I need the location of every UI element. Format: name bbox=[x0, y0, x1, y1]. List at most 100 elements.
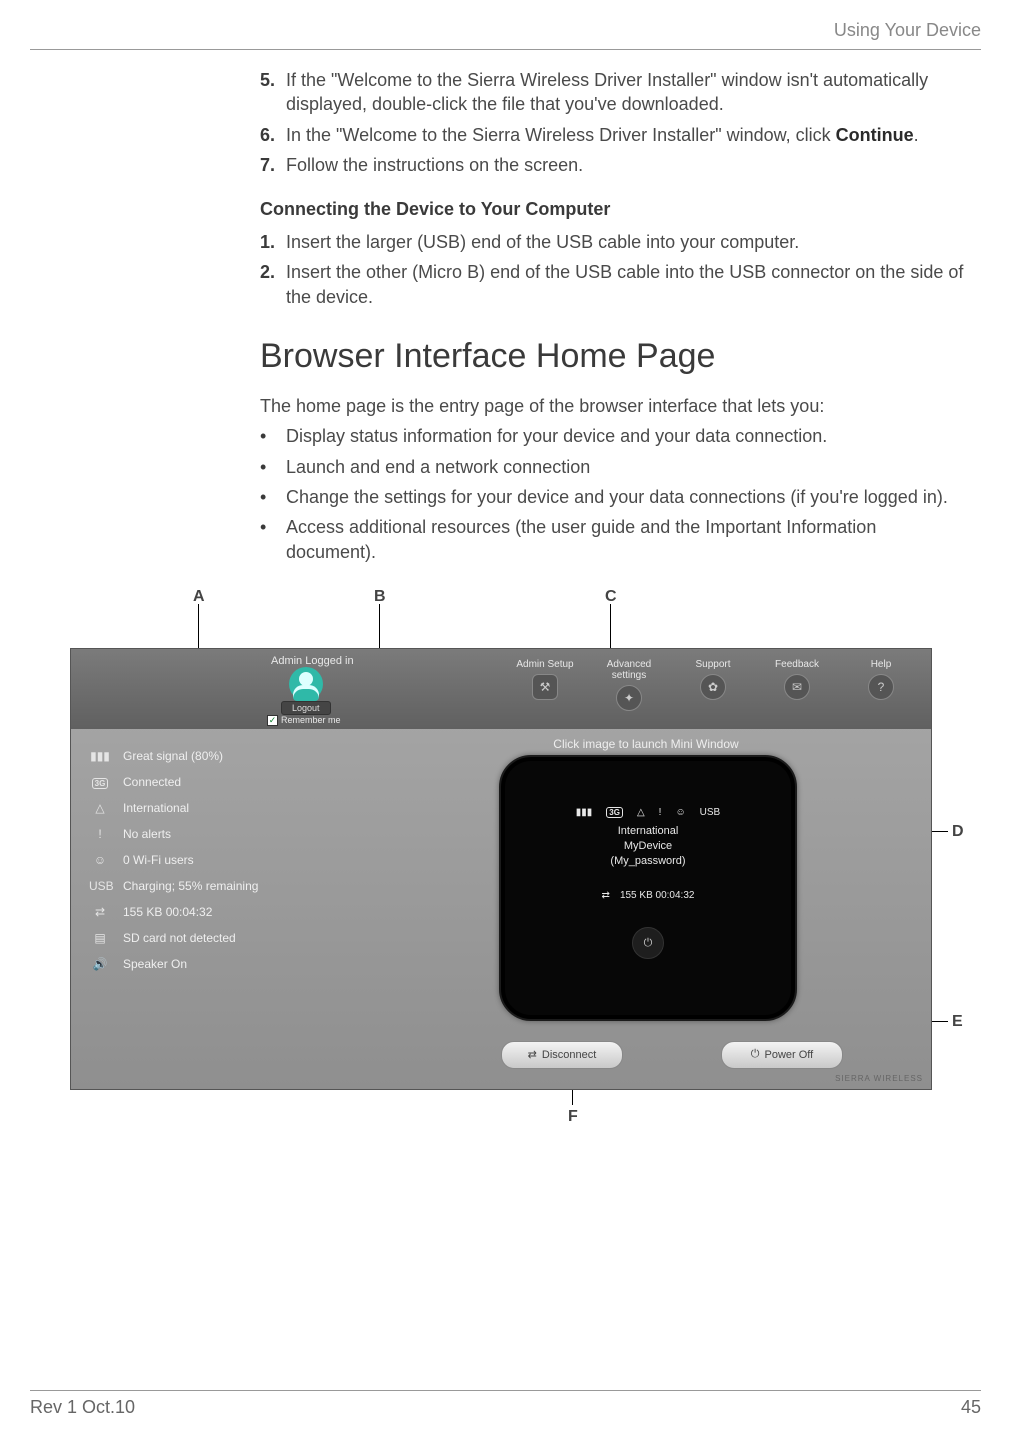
status-speaker: 🔊 Speaker On bbox=[89, 951, 319, 977]
status-text: International bbox=[123, 801, 189, 815]
3g-icon: 3G bbox=[89, 775, 111, 789]
bullet-1: • Display status information for your de… bbox=[260, 424, 971, 448]
nav-support[interactable]: Support ✿ bbox=[683, 659, 743, 711]
status-sd: ▤ SD card not detected bbox=[89, 925, 319, 951]
step-6-suffix: . bbox=[914, 125, 919, 145]
status-intl: △ International bbox=[89, 795, 319, 821]
step-text: Insert the other (Micro B) end of the US… bbox=[286, 260, 971, 309]
speaker-icon: 🔊 bbox=[89, 957, 111, 971]
step-text: In the "Welcome to the Sierra Wireless D… bbox=[286, 123, 971, 147]
step-num: 1. bbox=[260, 230, 286, 254]
status-column: ▮▮▮ Great signal (80%) 3G Connected △ In… bbox=[89, 743, 319, 977]
admin-logged-in-label: Admin Logged in bbox=[271, 655, 354, 667]
screenshot: Admin Logged in Logout ✓ Remember me Adm… bbox=[70, 648, 932, 1090]
power-icon[interactable]: ⏻ bbox=[632, 927, 664, 959]
topbar: Admin Logged in Logout ✓ Remember me Adm… bbox=[71, 649, 931, 729]
step-7: 7. Follow the instructions on the screen… bbox=[260, 153, 971, 177]
alert-icon: ! bbox=[89, 827, 111, 841]
logout-button[interactable]: Logout bbox=[281, 701, 331, 715]
alert-icon: ! bbox=[659, 807, 662, 818]
step-text: If the "Welcome to the Sierra Wireless D… bbox=[286, 68, 971, 117]
remember-me-label: Remember me bbox=[281, 715, 341, 725]
intro-para: The home page is the entry page of the b… bbox=[260, 394, 971, 418]
bullet-text: Access additional resources (the user gu… bbox=[286, 515, 971, 564]
users-icon: ☺ bbox=[675, 807, 685, 818]
status-text: No alerts bbox=[123, 827, 171, 841]
checkbox-icon[interactable]: ✓ bbox=[267, 715, 278, 726]
bullet-icon: • bbox=[260, 424, 286, 448]
status-text: 0 Wi-Fi users bbox=[123, 853, 194, 867]
bullet-text: Display status information for your devi… bbox=[286, 424, 827, 448]
bullet-text: Launch and end a network connection bbox=[286, 455, 590, 479]
nav-label: Support bbox=[683, 659, 743, 670]
step-num: 5. bbox=[260, 68, 286, 117]
step-5: 5. If the "Welcome to the Sierra Wireles… bbox=[260, 68, 971, 117]
data-icon: ⇄ bbox=[602, 890, 610, 901]
sd-icon: ▤ bbox=[89, 931, 111, 945]
bullet-4: • Access additional resources (the user … bbox=[260, 515, 971, 564]
mini-text: International MyDevice (My_password) bbox=[501, 824, 795, 869]
nav-label: Feedback bbox=[767, 659, 827, 670]
subhead-connecting: Connecting the Device to Your Computer bbox=[260, 199, 971, 220]
step-text: Follow the instructions on the screen. bbox=[286, 153, 971, 177]
step-num: 6. bbox=[260, 123, 286, 147]
mini-line2: MyDevice bbox=[501, 839, 795, 854]
usb-icon: USB bbox=[700, 807, 721, 818]
running-head: Using Your Device bbox=[30, 20, 981, 49]
mini-status-icons: ▮▮▮ 3G △ ! ☺ USB bbox=[501, 807, 795, 818]
status-text: Connected bbox=[123, 775, 181, 789]
mini-line1: International bbox=[501, 824, 795, 839]
footer-rule bbox=[30, 1390, 981, 1391]
callout-f: F bbox=[568, 1108, 578, 1126]
nav-help[interactable]: Help ? bbox=[851, 659, 911, 711]
step-6: 6. In the "Welcome to the Sierra Wireles… bbox=[260, 123, 971, 147]
signal-icon: ▮▮▮ bbox=[576, 807, 593, 818]
advanced-icon: ✦ bbox=[616, 685, 642, 711]
bullet-icon: • bbox=[260, 515, 286, 564]
signal-icon: ▮▮▮ bbox=[89, 749, 111, 763]
status-alerts: ! No alerts bbox=[89, 821, 319, 847]
page-footer: Rev 1 Oct.10 45 bbox=[30, 1390, 981, 1418]
support-icon: ✿ bbox=[700, 674, 726, 700]
3g-icon: 3G bbox=[606, 807, 623, 818]
page-title: Browser Interface Home Page bbox=[260, 337, 971, 376]
status-connected: 3G Connected bbox=[89, 769, 319, 795]
status-text: Speaker On bbox=[123, 957, 187, 971]
disconnect-button[interactable]: ⇄ Disconnect bbox=[501, 1041, 623, 1069]
top-nav: Admin Setup ⚒ Advanced settings ✦ Suppor… bbox=[515, 659, 911, 711]
avatar-icon[interactable] bbox=[289, 667, 323, 701]
power-off-button[interactable]: ⏻ Power Off bbox=[721, 1041, 843, 1069]
mini-window[interactable]: ▮▮▮ 3G △ ! ☺ USB International MyDevice … bbox=[499, 755, 797, 1021]
status-text: 155 KB 00:04:32 bbox=[123, 905, 212, 919]
power-off-label: Power Off bbox=[764, 1049, 813, 1061]
nav-advanced[interactable]: Advanced settings ✦ bbox=[599, 659, 659, 711]
feedback-icon: ✉ bbox=[784, 674, 810, 700]
nav-feedback[interactable]: Feedback ✉ bbox=[767, 659, 827, 711]
figure-wrap: A B C D E F Admin Logged in Logout ✓ Rem… bbox=[50, 588, 970, 1188]
nav-label: Admin Setup bbox=[515, 659, 575, 670]
status-charging: USB Charging; 55% remaining bbox=[89, 873, 319, 899]
step-num: 7. bbox=[260, 153, 286, 177]
nav-label: Advanced settings bbox=[599, 659, 659, 681]
remember-me[interactable]: ✓ Remember me bbox=[267, 715, 341, 726]
help-icon: ? bbox=[868, 674, 894, 700]
connect-step-1: 1. Insert the larger (USB) end of the US… bbox=[260, 230, 971, 254]
bullet-3: • Change the settings for your device an… bbox=[260, 485, 971, 509]
users-icon: ☺ bbox=[89, 853, 111, 867]
bullet-2: • Launch and end a network connection bbox=[260, 455, 971, 479]
footer-left: Rev 1 Oct.10 bbox=[30, 1397, 135, 1418]
footer-right: 45 bbox=[961, 1397, 981, 1418]
roaming-icon: △ bbox=[637, 807, 645, 818]
mini-data-text: 155 KB 00:04:32 bbox=[620, 890, 695, 901]
status-text: Great signal (80%) bbox=[123, 749, 223, 763]
data-icon: ⇄ bbox=[89, 905, 111, 919]
disconnect-icon: ⇄ bbox=[528, 1048, 537, 1061]
bullet-text: Change the settings for your device and … bbox=[286, 485, 948, 509]
callout-d: D bbox=[952, 823, 964, 841]
status-data: ⇄ 155 KB 00:04:32 bbox=[89, 899, 319, 925]
main-area: ▮▮▮ Great signal (80%) 3G Connected △ In… bbox=[71, 729, 931, 1089]
setup-icon: ⚒ bbox=[532, 674, 558, 700]
power-icon: ⏻ bbox=[751, 1048, 760, 1061]
status-text: Charging; 55% remaining bbox=[123, 879, 258, 893]
nav-admin-setup[interactable]: Admin Setup ⚒ bbox=[515, 659, 575, 711]
